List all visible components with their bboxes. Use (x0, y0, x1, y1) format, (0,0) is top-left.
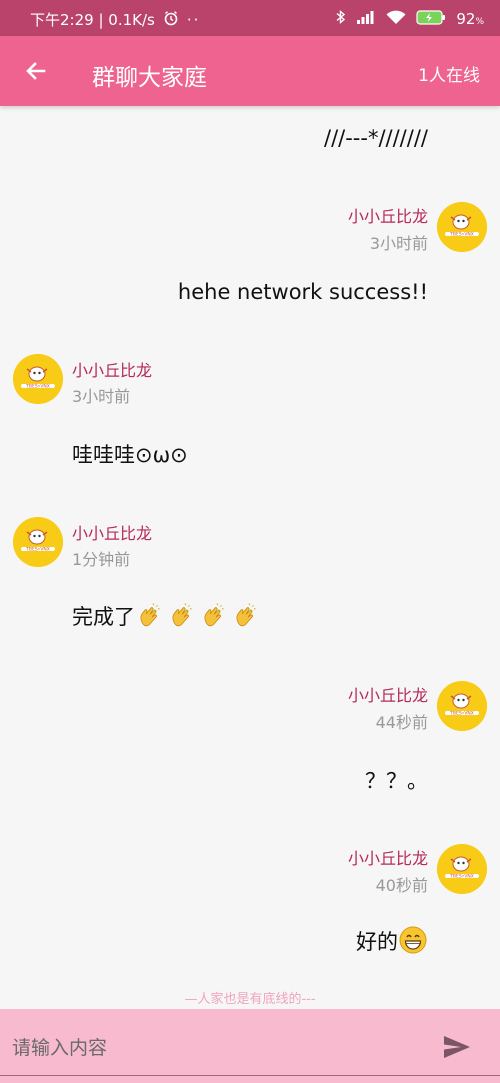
wifi-icon (386, 10, 406, 29)
alarm-icon (163, 10, 179, 30)
avatar[interactable]: TBES•VNX (13, 517, 63, 567)
online-count: 1人在线 (418, 66, 480, 86)
bottom-line-note: —人家也是有底线的--- (184, 992, 316, 1007)
arrow-left-icon (26, 62, 46, 80)
clapping-hands-emoji (140, 603, 160, 627)
message-text: 哇哇哇⊙ω⊙ (72, 443, 188, 467)
avatar[interactable]: TBES•VNX (437, 844, 487, 894)
pikachu-logo-icon: TBES•VNX (437, 844, 487, 894)
clapping-hands-emoji (236, 603, 256, 627)
message-row: 完成了 (72, 601, 259, 631)
pikachu-logo-icon: TBES•VNX (437, 202, 487, 252)
grinning-face-emoji (399, 926, 427, 954)
battery-level: 92% (456, 10, 484, 28)
avatar[interactable]: TBES•VNX (437, 202, 487, 252)
svg-text:TBES•VNX: TBES•VNX (25, 384, 50, 390)
sender-name: 小小丘比龙 (347, 207, 428, 226)
status-bar: 下午2:29 | 0.1K/s ·· 92% (0, 0, 500, 36)
svg-text:TBES•VNX: TBES•VNX (449, 711, 474, 717)
battery-icon (416, 9, 446, 29)
sender-name: 小小丘比龙 (347, 849, 428, 868)
message-text: hehe network success!! (177, 280, 428, 304)
input-bar (0, 1009, 500, 1083)
avatar[interactable]: TBES•VNX (13, 354, 63, 404)
clapping-hands-emoji (172, 603, 192, 627)
clapping-hands-emoji (204, 603, 224, 627)
pikachu-logo-icon: TBES•VNX (13, 517, 63, 567)
sender-name: 小小丘比龙 (347, 686, 428, 705)
status-time-speed: 下午2:29 | 0.1K/s (30, 11, 155, 29)
status-dots: ·· (186, 10, 201, 29)
bluetooth-icon (336, 9, 346, 29)
svg-text:TBES•VNX: TBES•VNX (449, 874, 474, 880)
message-text: ///---*/////// (324, 126, 428, 150)
message-time: 1分钟前 (72, 550, 131, 569)
send-button[interactable] (440, 1033, 474, 1061)
avatar[interactable]: TBES•VNX (437, 681, 487, 731)
message-row: 好的 (356, 925, 428, 956)
back-button[interactable] (22, 57, 50, 85)
pikachu-logo-icon: TBES•VNX (13, 354, 63, 404)
page-title: 群聊大家庭 (92, 65, 207, 91)
message-time: 40秒前 (375, 876, 428, 895)
sender-name: 小小丘比龙 (72, 361, 153, 380)
pikachu-logo-icon: TBES•VNX (437, 681, 487, 731)
chat-list[interactable]: ///---*/////// 小小丘比龙 3小时前 TBES•VNX hehe … (0, 106, 500, 1009)
signal-icon (356, 10, 376, 28)
message-text: 完成了 (72, 605, 135, 629)
clapping-hands-emoji-group (135, 603, 259, 629)
message-text: 好的 (356, 930, 398, 954)
sender-name: 小小丘比龙 (72, 524, 153, 543)
svg-text:TBES•VNX: TBES•VNX (25, 547, 50, 553)
send-icon (444, 1036, 470, 1058)
message-input[interactable] (12, 1031, 432, 1065)
message-time: 3小时前 (72, 387, 131, 406)
svg-text:TBES•VNX: TBES•VNX (449, 232, 474, 238)
input-underline (0, 1075, 500, 1076)
app-bar: 群聊大家庭 1人在线 (0, 36, 500, 106)
message-time: 44秒前 (375, 713, 428, 732)
message-text: ？？。 (365, 769, 428, 793)
message-time: 3小时前 (369, 234, 428, 253)
